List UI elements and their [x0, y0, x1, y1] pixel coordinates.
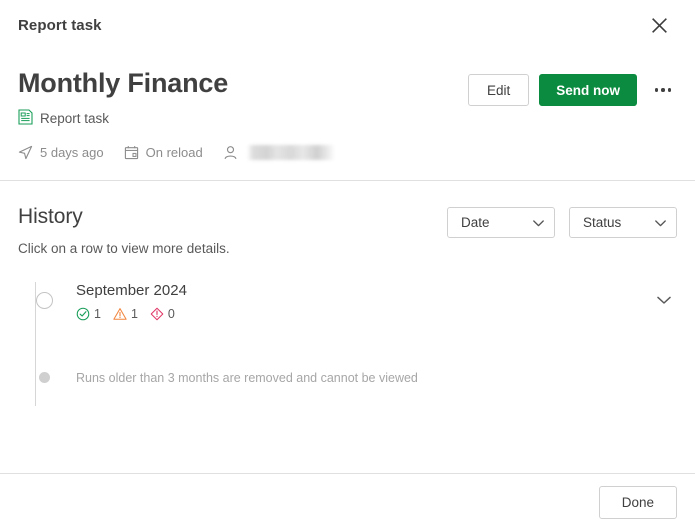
- error-diamond-icon: [150, 307, 164, 321]
- history-row[interactable]: September 2024 1 1 0: [35, 282, 677, 330]
- timeline-marker-dot-icon: [38, 372, 50, 384]
- kebab-dot: [654, 88, 659, 92]
- meta-schedule: On reload: [124, 145, 203, 160]
- date-filter-label: Date: [461, 215, 490, 231]
- error-count-value: 0: [167, 307, 175, 322]
- history-retention-note-label: Runs older than 3 months are removed and…: [76, 371, 418, 386]
- history-row-title: September 2024: [76, 282, 187, 300]
- task-header-row: Monthly Finance Report task 5 days ago O…: [18, 68, 677, 161]
- status-filter-dropdown[interactable]: Status: [569, 207, 677, 239]
- task-actions: Edit Send now: [467, 68, 677, 106]
- history-heading-column: History Click on a row to view more deta…: [18, 205, 447, 256]
- close-button[interactable]: [643, 9, 675, 41]
- meta-last-run-label: 5 days ago: [40, 145, 104, 161]
- status-filter-label: Status: [583, 215, 622, 231]
- user-icon: [223, 145, 238, 160]
- history-section: History Click on a row to view more deta…: [0, 181, 695, 473]
- warning-count-value: 1: [130, 307, 138, 322]
- dialog-topbar: Report task: [0, 0, 695, 50]
- history-filters: Date Status: [447, 205, 677, 239]
- success-check-icon: [76, 307, 90, 321]
- meta-last-run: 5 days ago: [18, 145, 104, 160]
- history-timeline: September 2024 1 1 0 Runs older than 3 m…: [18, 282, 677, 407]
- edit-button[interactable]: Edit: [467, 74, 530, 106]
- task-title-column: Monthly Finance Report task 5 days ago O…: [18, 68, 468, 161]
- meta-owner-redacted-name: [246, 145, 335, 161]
- kebab-dot: [661, 88, 665, 92]
- history-row-counts: 1 1 0: [76, 307, 651, 321]
- done-button[interactable]: Done: [598, 486, 677, 519]
- history-row-expand-button[interactable]: [651, 288, 677, 314]
- dialog-footer: Done: [0, 473, 695, 531]
- success-count-value: 1: [94, 307, 101, 322]
- page-title: Monthly Finance: [18, 68, 229, 98]
- calendar-icon: [124, 145, 139, 160]
- chevron-down-icon: [655, 215, 666, 230]
- warning-triangle-icon: [113, 307, 127, 321]
- task-header: Monthly Finance Report task 5 days ago O…: [0, 50, 695, 180]
- history-subtitle: Click on a row to view more details.: [18, 241, 230, 257]
- meta-schedule-label: On reload: [145, 145, 203, 161]
- report-task-panel: Report task Monthly Finance Report task …: [0, 0, 695, 531]
- report-icon: [18, 109, 33, 128]
- task-meta-row: 5 days ago On reload: [18, 145, 468, 161]
- chevron-down-icon: [533, 215, 544, 230]
- task-type-label: Report task: [40, 111, 110, 127]
- timeline-marker-open-icon: [35, 292, 53, 310]
- success-count: 1: [76, 307, 101, 321]
- history-retention-note: Runs older than 3 months are removed and…: [36, 370, 677, 386]
- send-icon: [18, 145, 33, 160]
- dialog-title: Report task: [18, 16, 102, 34]
- more-options-button[interactable]: [649, 76, 677, 104]
- close-icon: [651, 17, 668, 34]
- task-type-row: Report task: [18, 109, 468, 128]
- history-row-body: September 2024 1 1 0: [76, 282, 651, 321]
- date-filter-dropdown[interactable]: Date: [447, 207, 555, 239]
- history-header: History Click on a row to view more deta…: [18, 205, 677, 256]
- send-now-button[interactable]: Send now: [539, 74, 637, 106]
- error-count: 0: [150, 307, 175, 321]
- meta-owner: [223, 145, 335, 161]
- kebab-dot: [667, 88, 672, 92]
- history-title: History: [18, 205, 83, 229]
- warning-count: 1: [113, 307, 138, 321]
- chevron-down-icon: [657, 292, 671, 310]
